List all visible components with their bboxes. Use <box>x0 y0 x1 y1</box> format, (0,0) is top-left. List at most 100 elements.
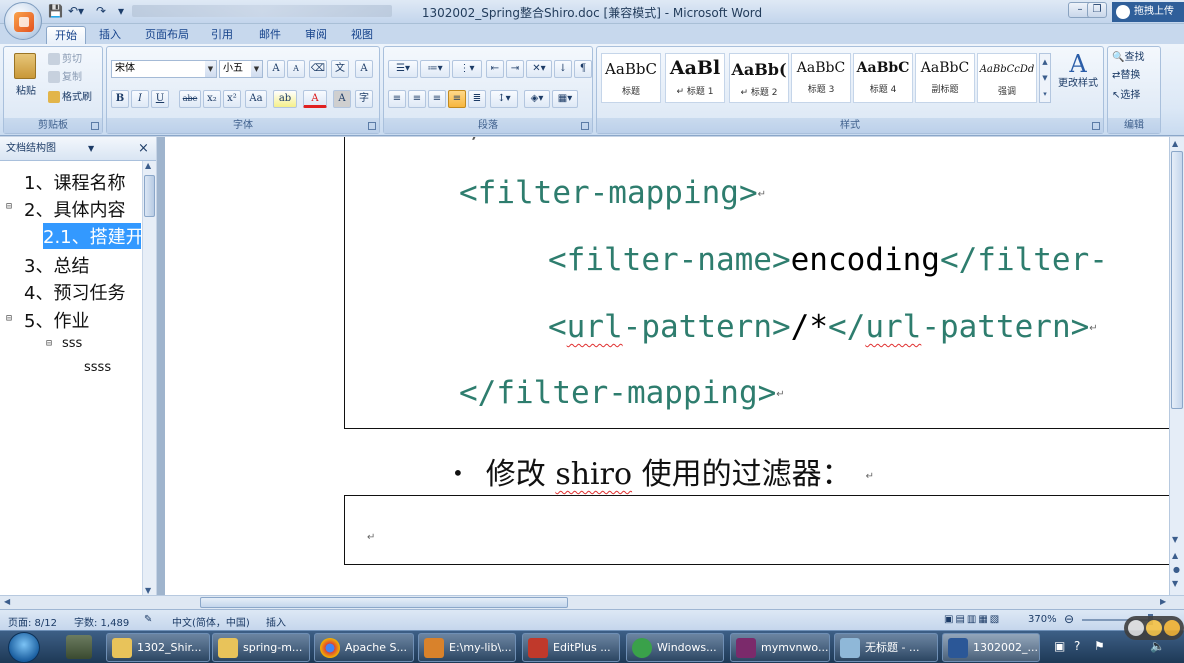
collapse-icon[interactable]: ⊟ <box>46 338 52 349</box>
tab-home[interactable]: 开始 <box>46 26 86 44</box>
floating-widget[interactable] <box>1124 616 1184 640</box>
insert-mode-indicator[interactable]: 插入 <box>266 614 286 629</box>
font-name-combo[interactable]: 宋体 ▼ <box>111 60 217 78</box>
page-indicator[interactable]: 页面: 8/12 <box>8 614 57 629</box>
tab-insert[interactable]: 插入 <box>92 26 128 44</box>
copy-button[interactable]: 复制 <box>48 69 82 87</box>
tab-references[interactable]: 引用 <box>204 26 240 44</box>
tab-page-layout[interactable]: 页面布局 <box>140 26 194 44</box>
zoom-level[interactable]: 370% <box>1028 614 1057 625</box>
tray-network-icon[interactable]: ▣ <box>1054 639 1065 653</box>
clipboard-launcher-icon[interactable] <box>91 122 99 130</box>
smiley-icon[interactable] <box>1146 620 1162 636</box>
paste-label[interactable]: 粘贴 <box>16 83 36 101</box>
scroll-thumb[interactable] <box>144 175 155 217</box>
decrease-indent-icon[interactable]: ⇤ <box>486 60 504 78</box>
browse-object-icon[interactable]: ● <box>1173 565 1180 574</box>
scroll-down-icon[interactable]: ▼ <box>145 586 151 595</box>
line-spacing-icon[interactable]: ↕▾ <box>490 90 518 108</box>
style-heading4[interactable]: AaBbC 标题 4 <box>853 53 913 103</box>
restore-button[interactable]: ❐ <box>1087 2 1107 18</box>
nav-item-sss[interactable]: sss <box>62 336 82 351</box>
taskbar-item[interactable]: Apache S... <box>314 633 414 662</box>
volume-icon[interactable]: 🔈 <box>1150 639 1165 653</box>
tab-mailings[interactable]: 邮件 <box>252 26 288 44</box>
change-styles-button[interactable]: A 更改样式 <box>1055 51 1101 111</box>
horizontal-scrollbar[interactable]: ◀ ▶ <box>0 595 1184 609</box>
shading-icon[interactable]: ◈▾ <box>524 90 550 108</box>
language-indicator[interactable]: 中文(简体，中国) <box>172 614 250 629</box>
justify-icon[interactable]: ≡ <box>448 90 466 108</box>
taskbar-item[interactable]: mymvnwo... <box>730 633 830 662</box>
previous-page-icon[interactable]: ▲ <box>1172 551 1178 560</box>
scroll-down-icon[interactable]: ▼ <box>1172 535 1178 544</box>
document-map-scrollbar[interactable]: ▲ ▼ <box>142 161 156 595</box>
scroll-up-icon[interactable]: ▲ <box>1172 139 1178 148</box>
scroll-thumb[interactable] <box>1171 151 1183 409</box>
replace-button[interactable]: ⇄替换 <box>1112 67 1140 85</box>
collapse-icon[interactable]: ⊟ <box>6 201 12 212</box>
char-border-button[interactable]: A <box>355 60 373 78</box>
superscript-button[interactable]: x² <box>223 90 241 108</box>
grow-font-button[interactable]: A <box>267 60 285 78</box>
chevron-down-icon[interactable]: ▼ <box>88 137 94 161</box>
taskbar-item[interactable]: 1302_Shir... <box>106 633 210 662</box>
char-shading-button[interactable]: A <box>333 90 351 108</box>
taskbar-item[interactable]: 无标题 - ... <box>834 633 938 662</box>
align-left-icon[interactable]: ≡ <box>388 90 406 108</box>
tray-icon[interactable]: ? <box>1074 639 1080 653</box>
multilevel-list-icon[interactable]: ⋮▾ <box>452 60 482 78</box>
style-heading1[interactable]: AaBl ↵ 标题 1 <box>665 53 725 103</box>
style-subtitle[interactable]: AaBbC 副标题 <box>915 53 975 103</box>
shrink-font-button[interactable]: A <box>287 60 305 78</box>
nav-item-summary[interactable]: 3、总结 <box>24 252 89 278</box>
cut-button[interactable]: 剪切 <box>48 51 82 69</box>
taskbar-item[interactable]: EditPlus ... <box>522 633 620 662</box>
scroll-up-icon[interactable]: ▲ <box>145 161 151 170</box>
distribute-icon[interactable]: ≣ <box>468 90 486 108</box>
underline-button[interactable]: U <box>151 90 169 108</box>
asian-layout-icon[interactable]: ✕▾ <box>526 60 552 78</box>
borders-icon[interactable]: ▦▾ <box>552 90 578 108</box>
taskbar-item-word[interactable]: 1302002_... <box>942 633 1040 662</box>
font-color-button[interactable]: A <box>303 90 327 108</box>
nav-item-content[interactable]: 2、具体内容 <box>24 196 125 222</box>
close-icon[interactable]: × <box>138 137 149 161</box>
home-icon[interactable] <box>1128 620 1144 636</box>
clear-format-icon[interactable]: ⌫ <box>309 60 327 78</box>
document-page[interactable]: / <filter-mapping>↵ <filter-name>encodin… <box>165 137 1169 595</box>
paragraph-launcher-icon[interactable] <box>581 122 589 130</box>
phonetic-guide-icon[interactable]: 文 <box>331 60 349 78</box>
style-emphasis[interactable]: AaBbCcDd 强调 <box>977 53 1037 103</box>
paste-button[interactable] <box>10 53 40 87</box>
nav-item-course-name[interactable]: 1、课程名称 <box>24 169 125 195</box>
tab-review[interactable]: 审阅 <box>298 26 334 44</box>
find-button[interactable]: 🔍查找 <box>1112 49 1144 67</box>
sort-icon[interactable]: ↓ <box>554 60 572 78</box>
styles-scroll[interactable]: ▲ ▼ ▾ <box>1039 53 1051 103</box>
align-center-icon[interactable]: ≡ <box>408 90 426 108</box>
styles-launcher-icon[interactable] <box>1092 122 1100 130</box>
collapse-icon[interactable]: ⊟ <box>6 313 12 324</box>
quick-launch-icon[interactable] <box>66 635 92 659</box>
next-page-icon[interactable]: ▼ <box>1172 579 1178 588</box>
taskbar-item[interactable]: Windows... <box>626 633 724 662</box>
nav-item-homework[interactable]: 5、作业 <box>24 307 89 333</box>
increase-indent-icon[interactable]: ⇥ <box>506 60 524 78</box>
scroll-left-icon[interactable]: ◀ <box>4 597 10 606</box>
bold-button[interactable]: B <box>111 90 129 108</box>
view-buttons-icon[interactable]: ▣▤▥▦▧ <box>944 614 1001 625</box>
subscript-button[interactable]: x₂ <box>203 90 221 108</box>
office-button[interactable] <box>4 2 42 40</box>
font-launcher-icon[interactable] <box>368 122 376 130</box>
h-scroll-thumb[interactable] <box>200 597 568 608</box>
numbering-icon[interactable]: ≔▾ <box>420 60 450 78</box>
highlight-button[interactable]: ab <box>273 90 297 108</box>
tab-view[interactable]: 视图 <box>344 26 380 44</box>
tray-flag-icon[interactable]: ⚑ <box>1094 639 1105 653</box>
nav-item-ssss[interactable]: ssss <box>84 360 111 375</box>
taskbar-item[interactable]: spring-m... <box>212 633 310 662</box>
select-button[interactable]: ↖选择 <box>1112 87 1140 105</box>
baidu-upload-widget[interactable]: 拖拽上传 <box>1112 2 1184 22</box>
format-painter-button[interactable]: 格式刷 <box>48 89 92 107</box>
